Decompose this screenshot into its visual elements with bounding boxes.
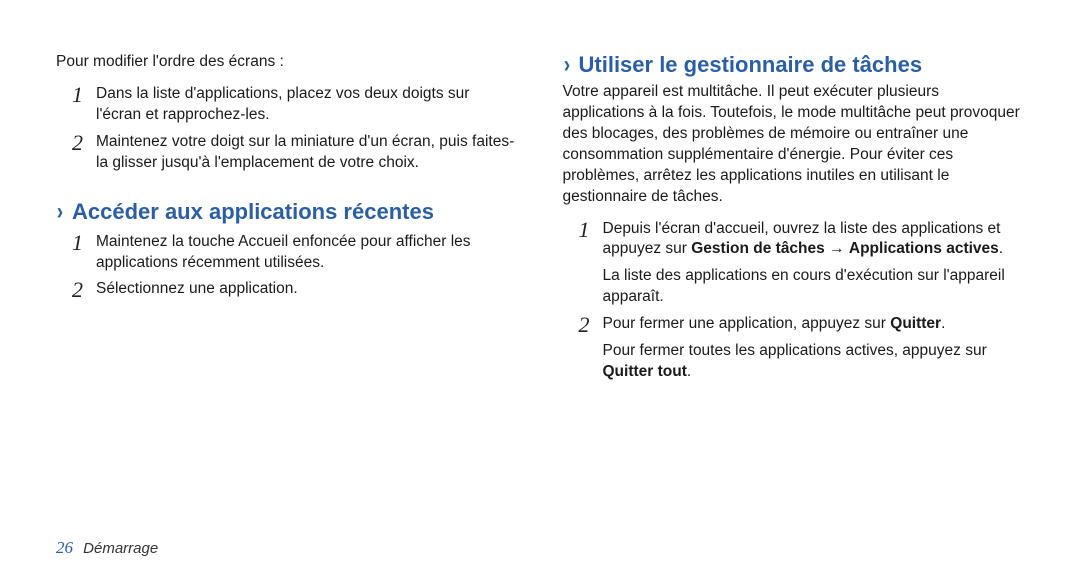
- step-number: 1: [579, 219, 593, 309]
- step-text: Dans la liste d'applications, placez vos…: [96, 84, 518, 126]
- chevron-right-icon: ›: [57, 200, 63, 224]
- step-text-suffix: .: [999, 240, 1003, 257]
- step-text-suffix: .: [941, 315, 945, 332]
- section-heading-recent-apps: › Accéder aux applications récentes: [56, 199, 518, 225]
- step-subtext: La liste des applications en cours d'exé…: [603, 266, 1025, 308]
- list-item: 2 Maintenez votre doigt sur la miniature…: [56, 129, 518, 177]
- bold-text: Quitter: [890, 315, 941, 332]
- left-column: Pour modifier l'ordre des écrans : 1 Dan…: [56, 52, 518, 386]
- step-number: 2: [72, 279, 86, 301]
- page-columns: Pour modifier l'ordre des écrans : 1 Dan…: [56, 52, 1024, 386]
- step-body: Depuis l'écran d'accueil, ouvrez la list…: [603, 219, 1025, 309]
- step-number: 2: [72, 132, 86, 174]
- arrow-text: →: [825, 240, 849, 257]
- list-item: 2 Sélectionnez une application.: [56, 276, 518, 304]
- step-number: 2: [579, 314, 593, 383]
- step-number: 1: [72, 232, 86, 274]
- step-number: 1: [72, 84, 86, 126]
- left-intro: Pour modifier l'ordre des écrans :: [56, 52, 518, 73]
- page-footer: 26 Démarrage: [56, 538, 158, 558]
- list-item: 2 Pour fermer une application, appuyez s…: [563, 311, 1025, 386]
- section-title-text: Utiliser le gestionnaire de tâches: [579, 52, 923, 78]
- list-item: 1 Depuis l'écran d'accueil, ouvrez la li…: [563, 216, 1025, 312]
- step-body: Pour fermer une application, appuyez sur…: [603, 314, 1025, 383]
- step-subtext-part: Pour fermer toutes les applications acti…: [603, 342, 987, 359]
- right-intro: Votre appareil est multitâche. Il peut e…: [563, 82, 1025, 208]
- section-title-text: Accéder aux applications récentes: [72, 199, 434, 225]
- list-item: 1 Maintenez la touche Accueil enfoncée p…: [56, 229, 518, 277]
- right-column: › Utiliser le gestionnaire de tâches Vot…: [563, 52, 1025, 386]
- section-heading-task-manager: › Utiliser le gestionnaire de tâches: [563, 52, 1025, 78]
- step-text: Maintenez votre doigt sur la miniature d…: [96, 132, 518, 174]
- step-subtext: Pour fermer toutes les applications acti…: [603, 341, 1025, 383]
- step-subtext-suffix: .: [687, 363, 691, 380]
- step-text: Pour fermer une application, appuyez sur: [603, 315, 891, 332]
- step-text: Maintenez la touche Accueil enfoncée pou…: [96, 232, 518, 274]
- bold-text: Gestion de tâches: [691, 240, 825, 257]
- bold-text: Applications actives: [849, 240, 999, 257]
- list-item: 1 Dans la liste d'applications, placez v…: [56, 81, 518, 129]
- step-text: Sélectionnez une application.: [96, 279, 518, 301]
- page-section-label: Démarrage: [83, 540, 158, 557]
- chevron-right-icon: ›: [563, 53, 569, 77]
- bold-text: Quitter tout: [603, 363, 687, 380]
- page-number: 26: [56, 538, 73, 557]
